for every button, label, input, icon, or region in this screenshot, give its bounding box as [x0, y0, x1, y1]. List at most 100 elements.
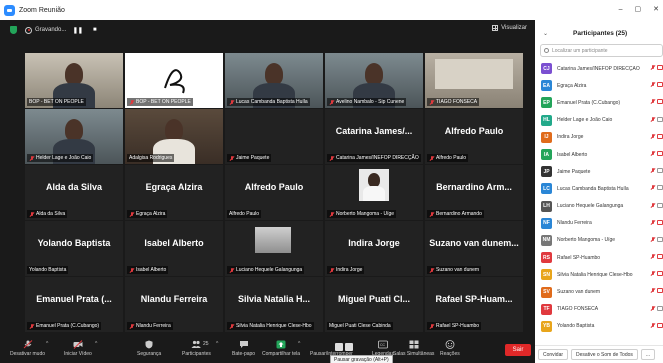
participant-tile[interactable]: Emanuel Prata (... Emanuel Prata (C.Cuban…: [25, 277, 123, 332]
participant-tile[interactable]: Miguel Puati Cl... Miguel Puati Clese Cab…: [325, 277, 423, 332]
participant-row[interactable]: SV Suzano van dunem: [535, 283, 663, 300]
participant-tile[interactable]: Nlandu Ferreira Nlandu Ferreira: [125, 277, 223, 332]
participant-search[interactable]: [540, 44, 663, 57]
start-video-button[interactable]: Iniciar Vídeo: [64, 340, 92, 357]
avatar: RS: [541, 252, 552, 264]
participant-tile[interactable]: Avelino Nambalo - Sip Cunene: [325, 53, 423, 108]
video-off-icon: [657, 133, 663, 139]
tile-display-name: Alfredo Paulo: [444, 125, 504, 136]
participant-tile[interactable]: TIAGO FONSECA: [425, 53, 523, 108]
recording-controls: [335, 343, 353, 351]
participant-tile[interactable]: Luciano Hequele Galangunga: [225, 221, 323, 276]
shield-icon[interactable]: [10, 26, 17, 34]
tile-display-name: Yolando Baptista: [37, 237, 111, 248]
video-options-caret[interactable]: ^: [95, 341, 97, 347]
microphone-muted-icon: [650, 271, 655, 277]
share-screen-button[interactable]: Compartilhar tela: [262, 340, 300, 357]
leave-button[interactable]: Sair: [505, 344, 531, 356]
participant-tile[interactable]: Helder Lage e João Caio: [25, 109, 123, 164]
avatar: HL: [541, 114, 552, 126]
breakout-rooms-button[interactable]: Salas Simultâneas: [393, 340, 434, 357]
minimize-icon[interactable]: –: [619, 6, 623, 13]
participant-tile[interactable]: Jaime Paquete: [225, 109, 323, 164]
microphone-muted-icon: [329, 267, 334, 273]
participant-row[interactable]: SN Silvia Natalia Henrique Clese-Hbo: [535, 266, 663, 283]
mute-button[interactable]: Desativar mudo: [10, 340, 45, 357]
pause-recording-button[interactable]: ❚❚: [72, 25, 83, 35]
participant-tile[interactable]: BOP - BET ON PEOPLE: [25, 53, 123, 108]
participant-row[interactable]: LH Luciano Hequele Galangunga: [535, 198, 663, 215]
reactions-button[interactable]: Reações: [440, 340, 460, 357]
chevron-down-icon[interactable]: ⌄: [543, 30, 548, 37]
stop-icon[interactable]: [345, 343, 353, 351]
tile-name-label: BOP - BET ON PEOPLE: [27, 98, 86, 106]
participant-tile[interactable]: Silvia Natalia H... Silvia Natalia Henriq…: [225, 277, 323, 332]
participant-row[interactable]: YB Yolando Baptista: [535, 318, 663, 335]
participant-tile[interactable]: Alfredo Paulo Alfredo Paulo: [225, 165, 323, 220]
more-button[interactable]: ...: [640, 349, 656, 360]
participant-tile[interactable]: Egraça Alzira Egraça Alzira: [125, 165, 223, 220]
participant-tile[interactable]: Alda da Silva Alda da Silva: [25, 165, 123, 220]
participant-tile[interactable]: Adalgisa Rodrigues: [125, 109, 223, 164]
video-off-icon: [657, 82, 663, 88]
participant-row[interactable]: LC Lucas Cambanda Baptista Huíla: [535, 180, 663, 197]
participant-row[interactable]: CJ Catarina James/INEFOP DIRECÇÃO: [535, 60, 663, 77]
invite-button[interactable]: Convidar: [538, 349, 569, 360]
participants-options-caret[interactable]: ^: [216, 341, 218, 347]
microphone-muted-icon: [650, 322, 655, 329]
mute-label: Desativar mudo: [10, 351, 46, 357]
grid-icon: [492, 25, 499, 31]
participant-tile[interactable]: Suzano van dunem... Suzano van dunem: [425, 221, 523, 276]
tile-name-label: Jaime Paquete: [227, 154, 272, 162]
tile-display-name: Bernardino Arm...: [436, 181, 512, 192]
participants-label: Participantes: [182, 351, 211, 357]
participant-row[interactable]: NM Norberto Mangoma - Uíge: [535, 232, 663, 249]
participant-tile[interactable]: BOP - BET ON PEOPLE: [125, 53, 223, 108]
participant-name: Yolando Baptista: [557, 323, 595, 330]
microphone-muted-icon: [429, 155, 434, 161]
maximize-icon[interactable]: ▢: [635, 5, 642, 13]
security-button[interactable]: Segurança: [137, 340, 161, 357]
participant-tile[interactable]: Indira Jorge Indira Jorge: [325, 221, 423, 276]
participant-row[interactable]: NF Nlandu Ferreira: [535, 215, 663, 232]
window-title: Zoom Reunião: [19, 6, 65, 14]
participant-row[interactable]: EA Egraça Alzira: [535, 77, 663, 94]
participant-tile[interactable]: Rafael SP-Huam... Rafael SP-Huambo: [425, 277, 523, 332]
participant-row[interactable]: IA Isabel Alberto: [535, 146, 663, 163]
search-input[interactable]: [552, 47, 652, 54]
microphone-muted-icon: [650, 288, 655, 294]
tile-display-name: Rafael SP-Huam...: [435, 293, 513, 304]
video-off-icon: [657, 150, 663, 156]
participant-status: [650, 65, 663, 71]
participant-row[interactable]: IJ Indira Jorge: [535, 129, 663, 146]
microphone-muted-icon: [429, 211, 434, 217]
share-options-caret[interactable]: ^: [298, 341, 300, 347]
participant-row[interactable]: RS Rafael SP-Huambo: [535, 249, 663, 266]
participant-row[interactable]: HL Helder Lage e João Caio: [535, 112, 663, 129]
close-icon[interactable]: ✕: [653, 5, 659, 13]
pause-icon[interactable]: [335, 343, 343, 351]
participant-tile[interactable]: Norberto Mangoma - Uíge: [325, 165, 423, 220]
video-off-icon: [657, 65, 663, 70]
participant-tile[interactable]: Alfredo Paulo Alfredo Paulo: [425, 109, 523, 164]
participant-tile[interactable]: Catarina James/... Catarina James/INEFOP …: [325, 109, 423, 164]
recording-indicator: Gravando... ❚❚ ■: [25, 25, 100, 35]
stop-recording-button[interactable]: ■: [89, 25, 100, 35]
participant-row[interactable]: TF TIAGO FONSECA: [535, 301, 663, 318]
participant-tile[interactable]: Yolando Baptista Yolando Baptista: [25, 221, 123, 276]
tile-name-label: Alfredo Paulo: [427, 154, 469, 162]
participant-tile[interactable]: Isabel Alberto Isabel Alberto: [125, 221, 223, 276]
participant-row[interactable]: EP Emanuel Prata (C.Cubango): [535, 94, 663, 111]
microphone-muted-icon: [129, 99, 134, 105]
chat-button[interactable]: Bate-papo: [232, 340, 255, 357]
audio-options-caret[interactable]: ^: [46, 341, 48, 347]
tile-name-label: TIAGO FONSECA: [427, 98, 480, 106]
view-button[interactable]: Visualizar: [492, 25, 527, 31]
mute-all-button[interactable]: Desative o Som de Todos: [571, 349, 638, 360]
reactions-label: Reações: [440, 351, 460, 357]
participant-row[interactable]: JP Jaime Paquete: [535, 163, 663, 180]
participant-tile[interactable]: Lucas Cambanda Baptista Huíla: [225, 53, 323, 108]
view-label: Visualizar: [501, 25, 527, 31]
participant-name: Catarina James/INEFOP DIRECÇÃO: [557, 65, 640, 72]
participant-tile[interactable]: Bernardino Arm... Bernardino Armando: [425, 165, 523, 220]
